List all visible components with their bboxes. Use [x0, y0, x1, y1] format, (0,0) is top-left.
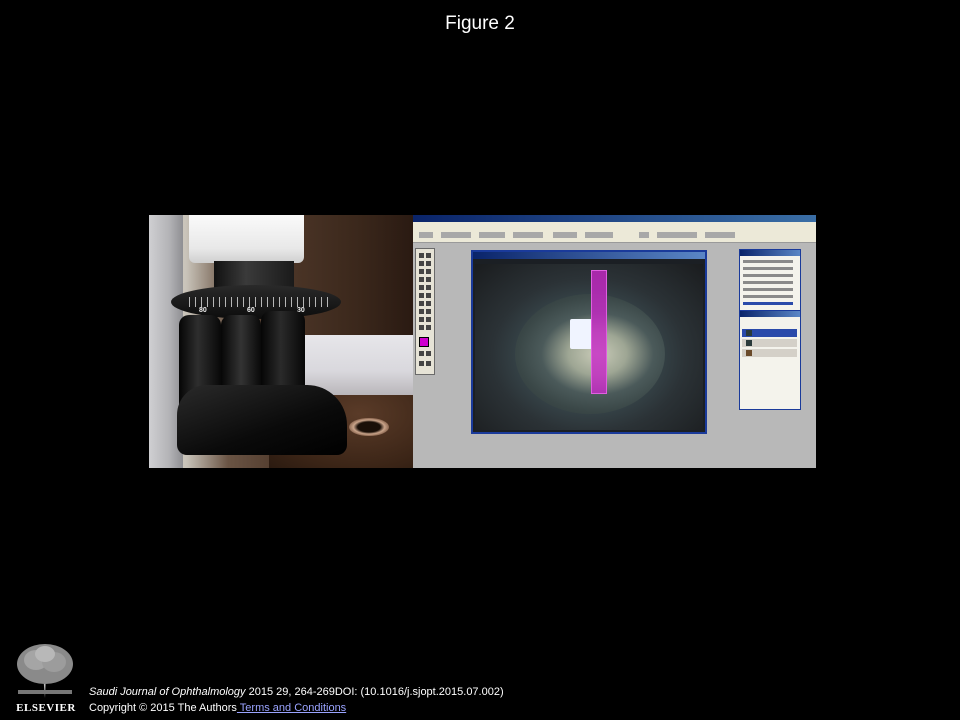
tool-icon	[419, 309, 424, 314]
tool-icon	[426, 317, 431, 322]
tool-icon	[426, 261, 431, 266]
tool-icon	[426, 253, 431, 258]
tool-icon	[426, 277, 431, 282]
dial-number: 80	[199, 307, 207, 314]
options-item	[553, 232, 577, 238]
tool-icon	[426, 351, 431, 356]
dial-number: 60	[247, 307, 255, 314]
tool-icon	[426, 285, 431, 290]
options-item	[419, 232, 433, 238]
copyright-text: Copyright © 2015 The Authors	[89, 702, 237, 714]
tool-icon	[426, 293, 431, 298]
options-item	[513, 232, 543, 238]
tree-logo-icon	[10, 640, 80, 700]
options-item	[585, 232, 613, 238]
tool-icon	[419, 351, 424, 356]
tool-icon	[419, 269, 424, 274]
document-title-bar	[473, 252, 705, 259]
tool-icon	[426, 269, 431, 274]
lamp-base	[177, 385, 347, 455]
elsevier-logo: ELSEVIER	[10, 640, 80, 714]
options-item	[479, 232, 505, 238]
layer-thumbnail	[746, 350, 752, 356]
layers-panel	[739, 310, 801, 410]
panel-row	[743, 295, 793, 298]
tool-icon	[419, 285, 424, 290]
panel-row	[743, 260, 793, 263]
tool-icon	[419, 253, 424, 258]
tool-icon	[419, 293, 424, 298]
lamp-housing	[189, 215, 304, 263]
panel-row	[743, 267, 793, 270]
panel-row-selected	[743, 302, 793, 305]
tool-icon	[419, 317, 424, 322]
panel-header	[740, 250, 800, 256]
tool-icon	[419, 277, 424, 282]
panel-row	[743, 288, 793, 291]
options-item	[639, 232, 649, 238]
iris	[515, 294, 665, 414]
tool-icon	[419, 361, 424, 366]
layer-thumbnail	[746, 340, 752, 346]
slit-beam-reflection	[570, 319, 592, 349]
options-item	[705, 232, 735, 238]
tool-icon	[419, 325, 424, 330]
layer-thumbnail	[746, 330, 752, 336]
dial-ticks	[189, 297, 329, 307]
terms-link[interactable]: Terms and Conditions	[237, 702, 346, 714]
slit-lamp-photo: 80 60 30	[149, 215, 413, 468]
panel-row	[743, 281, 793, 284]
copyright-line: Copyright © 2015 The Authors Terms and C…	[89, 702, 346, 714]
figure-title: Figure 2	[445, 13, 515, 34]
layer-row	[742, 349, 797, 357]
panel-row	[743, 274, 793, 277]
citation-details: 2015 29, 264-269DOI: (10.1016/j.sjopt.20…	[245, 686, 504, 698]
tool-icon	[426, 361, 431, 366]
panel-header	[740, 311, 800, 317]
photoshop-toolbox	[415, 248, 435, 375]
photoshop-screenshot	[413, 215, 816, 468]
layer-row	[742, 329, 797, 337]
figure-image: 80 60 30	[149, 215, 816, 468]
history-panel	[739, 249, 801, 311]
photoshop-options-bar	[413, 228, 816, 243]
patient-eye	[349, 418, 389, 436]
citation-line: Saudi Journal of Ophthalmology 2015 29, …	[89, 686, 504, 698]
tool-icon	[426, 309, 431, 314]
photoshop-title-bar	[413, 215, 816, 222]
tool-icon	[426, 325, 431, 330]
options-item	[657, 232, 697, 238]
foreground-color-swatch	[419, 337, 429, 347]
tool-icon	[426, 301, 431, 306]
journal-name: Saudi Journal of Ophthalmology	[89, 686, 246, 698]
publisher-logo-text: ELSEVIER	[16, 702, 76, 714]
tool-icon	[419, 301, 424, 306]
layer-row	[742, 339, 797, 347]
eye-image	[475, 264, 703, 430]
options-item	[441, 232, 471, 238]
measurement-band	[591, 270, 607, 394]
image-document-window	[471, 250, 707, 434]
tool-icon	[419, 261, 424, 266]
